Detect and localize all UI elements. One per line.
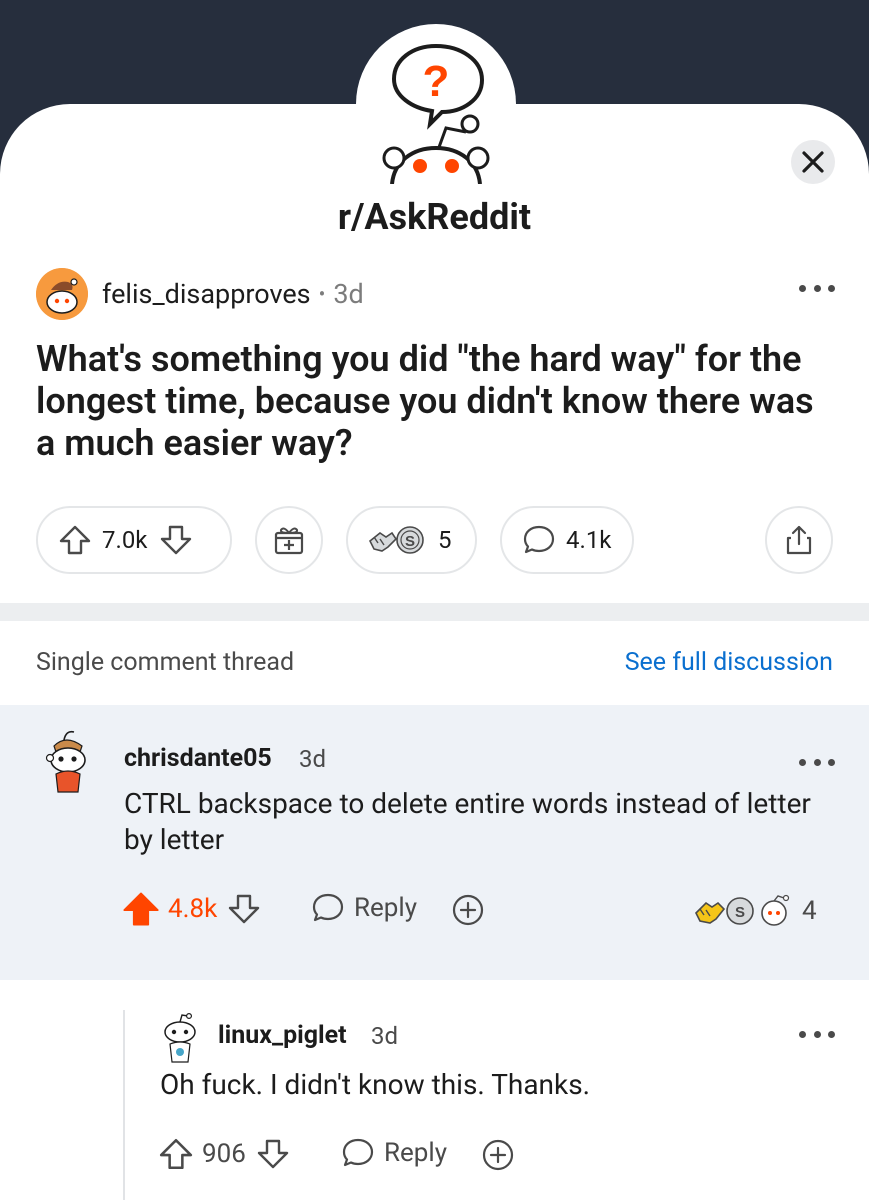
- post-age: 3d: [333, 278, 364, 310]
- askreddit-question-snoo-icon: ?: [382, 43, 490, 185]
- gift-icon: [274, 527, 304, 555]
- upvote-filled-icon[interactable]: [122, 890, 160, 928]
- downvote-icon[interactable]: [227, 892, 261, 926]
- reply-award-button[interactable]: [481, 1138, 515, 1172]
- comment-vote-group: 4.8k: [122, 890, 261, 928]
- dot: [799, 758, 806, 766]
- post-author-name[interactable]: felis_disapproves: [102, 278, 311, 310]
- post-awards-count: 5: [438, 526, 452, 554]
- svg-text:?: ?: [423, 57, 450, 106]
- comment-more-options-button[interactable]: [799, 756, 835, 768]
- dot: [813, 758, 821, 766]
- snoo-avatar-icon: [164, 1012, 196, 1063]
- reply-age: 3d: [371, 1022, 399, 1050]
- dot: [799, 284, 806, 292]
- svg-text:S: S: [405, 533, 415, 550]
- dot: [828, 284, 835, 292]
- upvote-icon[interactable]: [58, 523, 92, 557]
- post-vote-pill: 7.0k: [36, 506, 232, 574]
- snoo-avatar-icon: [45, 730, 86, 793]
- reply-label: Reply: [384, 1138, 448, 1168]
- comment-award-button[interactable]: [451, 893, 485, 927]
- close-button[interactable]: [791, 140, 835, 184]
- comments-pill[interactable]: 4.1k: [500, 506, 634, 574]
- comment-score: 4.8k: [168, 894, 218, 924]
- dot: [813, 284, 821, 292]
- post-more-options-button[interactable]: [799, 282, 835, 294]
- reply-vote-group: 906: [158, 1136, 290, 1172]
- share-button[interactable]: [765, 506, 833, 574]
- comment-author-avatar[interactable]: [44, 728, 90, 798]
- reply-reply-button[interactable]: Reply: [340, 1136, 447, 1170]
- comment-reply-button[interactable]: Reply: [310, 891, 417, 925]
- awards-icon: S: [695, 894, 790, 926]
- downvote-icon[interactable]: [256, 1137, 290, 1171]
- upvote-icon[interactable]: [158, 1136, 194, 1172]
- comment-body: CTRL backspace to delete entire words in…: [124, 787, 811, 856]
- author-avatar[interactable]: [36, 268, 88, 320]
- comment-bubble-icon: [523, 525, 555, 554]
- reply-bubble-icon: [312, 893, 344, 922]
- svg-text:S: S: [735, 904, 745, 921]
- comment-awards-count: 4: [802, 896, 817, 926]
- add-award-icon: [452, 894, 484, 926]
- section-divider: [0, 603, 869, 621]
- reply-bubble-icon: [342, 1138, 374, 1167]
- comment-author-name[interactable]: chrisdante05: [124, 744, 272, 773]
- close-icon: [802, 151, 824, 173]
- reply-score: 906: [202, 1139, 246, 1169]
- dot: [813, 1030, 821, 1038]
- subreddit-name[interactable]: r/AskReddit: [0, 196, 869, 238]
- awards-icon: S: [368, 526, 424, 554]
- thread-line[interactable]: [123, 1010, 125, 1200]
- add-award-icon: [482, 1139, 514, 1171]
- dot: [828, 1030, 835, 1038]
- reply-body: Oh fuck. I didn't know this. Thanks.: [160, 1068, 591, 1101]
- single-thread-label: Single comment thread: [36, 648, 295, 677]
- comment-awards[interactable]: S 4: [694, 893, 817, 929]
- post-comment-count: 4.1k: [566, 526, 612, 554]
- see-full-discussion-link[interactable]: See full discussion: [625, 648, 833, 677]
- post-score: 7.0k: [102, 526, 148, 554]
- separator-dot: •: [318, 282, 326, 306]
- reply-author-name[interactable]: linux_piglet: [218, 1021, 347, 1050]
- gift-award-button[interactable]: [255, 506, 323, 574]
- awards-pill[interactable]: S 5: [346, 506, 477, 574]
- reply-more-options-button[interactable]: [799, 1028, 835, 1040]
- subreddit-avatar[interactable]: ?: [356, 24, 516, 185]
- downvote-icon[interactable]: [159, 523, 193, 557]
- snoo-avatar-icon: [36, 268, 88, 320]
- dot: [828, 758, 835, 766]
- reply-author-avatar[interactable]: [160, 1012, 200, 1068]
- share-icon: [786, 525, 812, 555]
- dot: [799, 1030, 806, 1038]
- post-title[interactable]: What's something you did "the hard way" …: [36, 338, 836, 464]
- comment-age: 3d: [299, 745, 327, 773]
- reply-label: Reply: [354, 893, 418, 923]
- post-author-row: felis_disapproves • 3d: [36, 268, 364, 320]
